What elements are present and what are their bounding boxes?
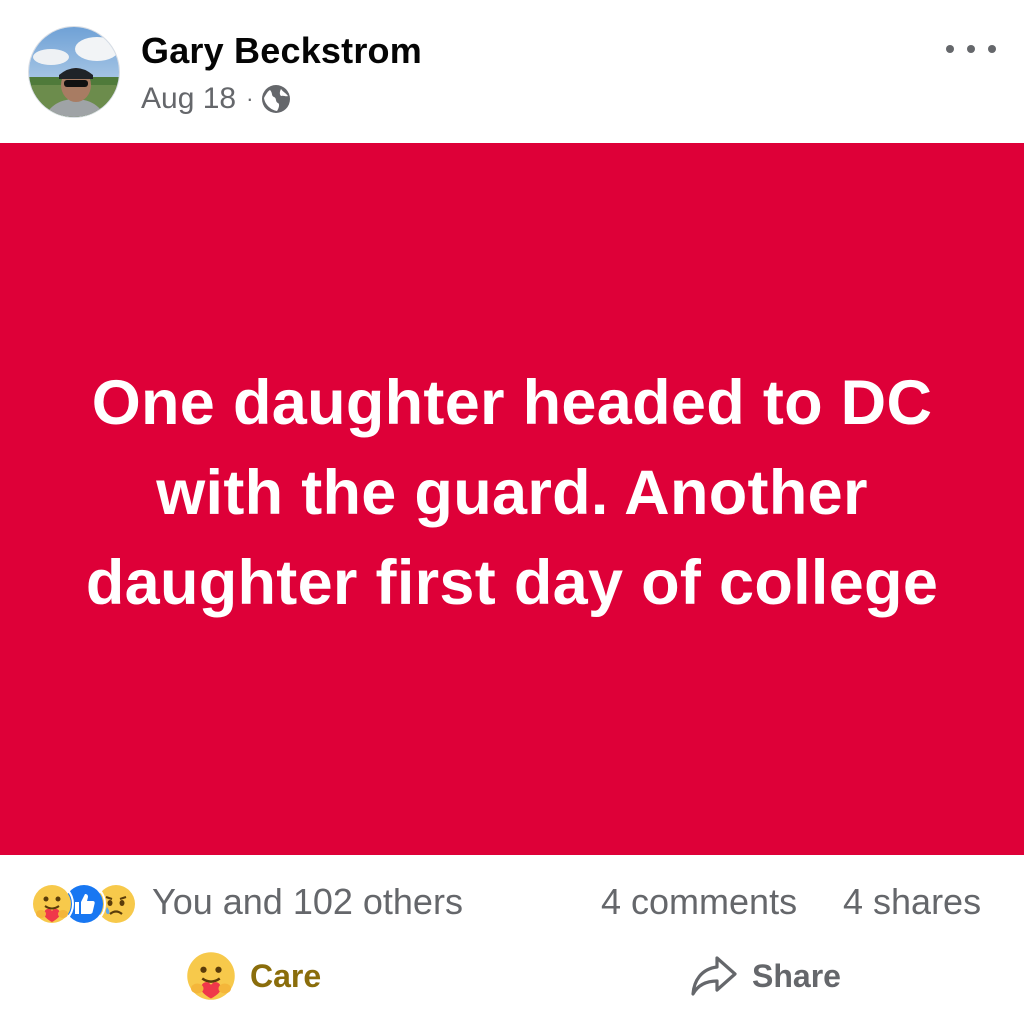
share-button[interactable]: Share (690, 950, 841, 1002)
meta-separator: · (246, 86, 254, 111)
share-icon (691, 956, 737, 996)
share-label: Share (752, 957, 841, 994)
comments-count[interactable]: 4 comments (601, 881, 797, 923)
post-date[interactable]: Aug 18 (141, 82, 236, 116)
reaction-icons[interactable] (30, 882, 140, 926)
care-button[interactable]: Care (186, 950, 321, 1002)
globe-icon (261, 84, 291, 114)
more-options-icon[interactable] (946, 36, 996, 62)
post-stats: You and 102 others 4 comments 4 shares (0, 872, 1024, 932)
post-background: One daughter headed to DC with the guard… (0, 143, 1024, 855)
post-header: Gary Beckstrom Aug 18 · (0, 0, 1024, 143)
care-label: Care (250, 957, 322, 994)
post-meta: Aug 18 · (141, 80, 291, 118)
shares-count[interactable]: 4 shares (843, 881, 981, 923)
care-reaction-icon (30, 882, 74, 926)
reactions-summary[interactable]: You and 102 others (152, 881, 463, 923)
post-actions: Care Share (0, 942, 1024, 1010)
care-icon (187, 952, 235, 1000)
post-text: One daughter headed to DC with the guard… (85, 368, 939, 618)
avatar[interactable] (28, 26, 120, 118)
author-name[interactable]: Gary Beckstrom (141, 30, 422, 72)
